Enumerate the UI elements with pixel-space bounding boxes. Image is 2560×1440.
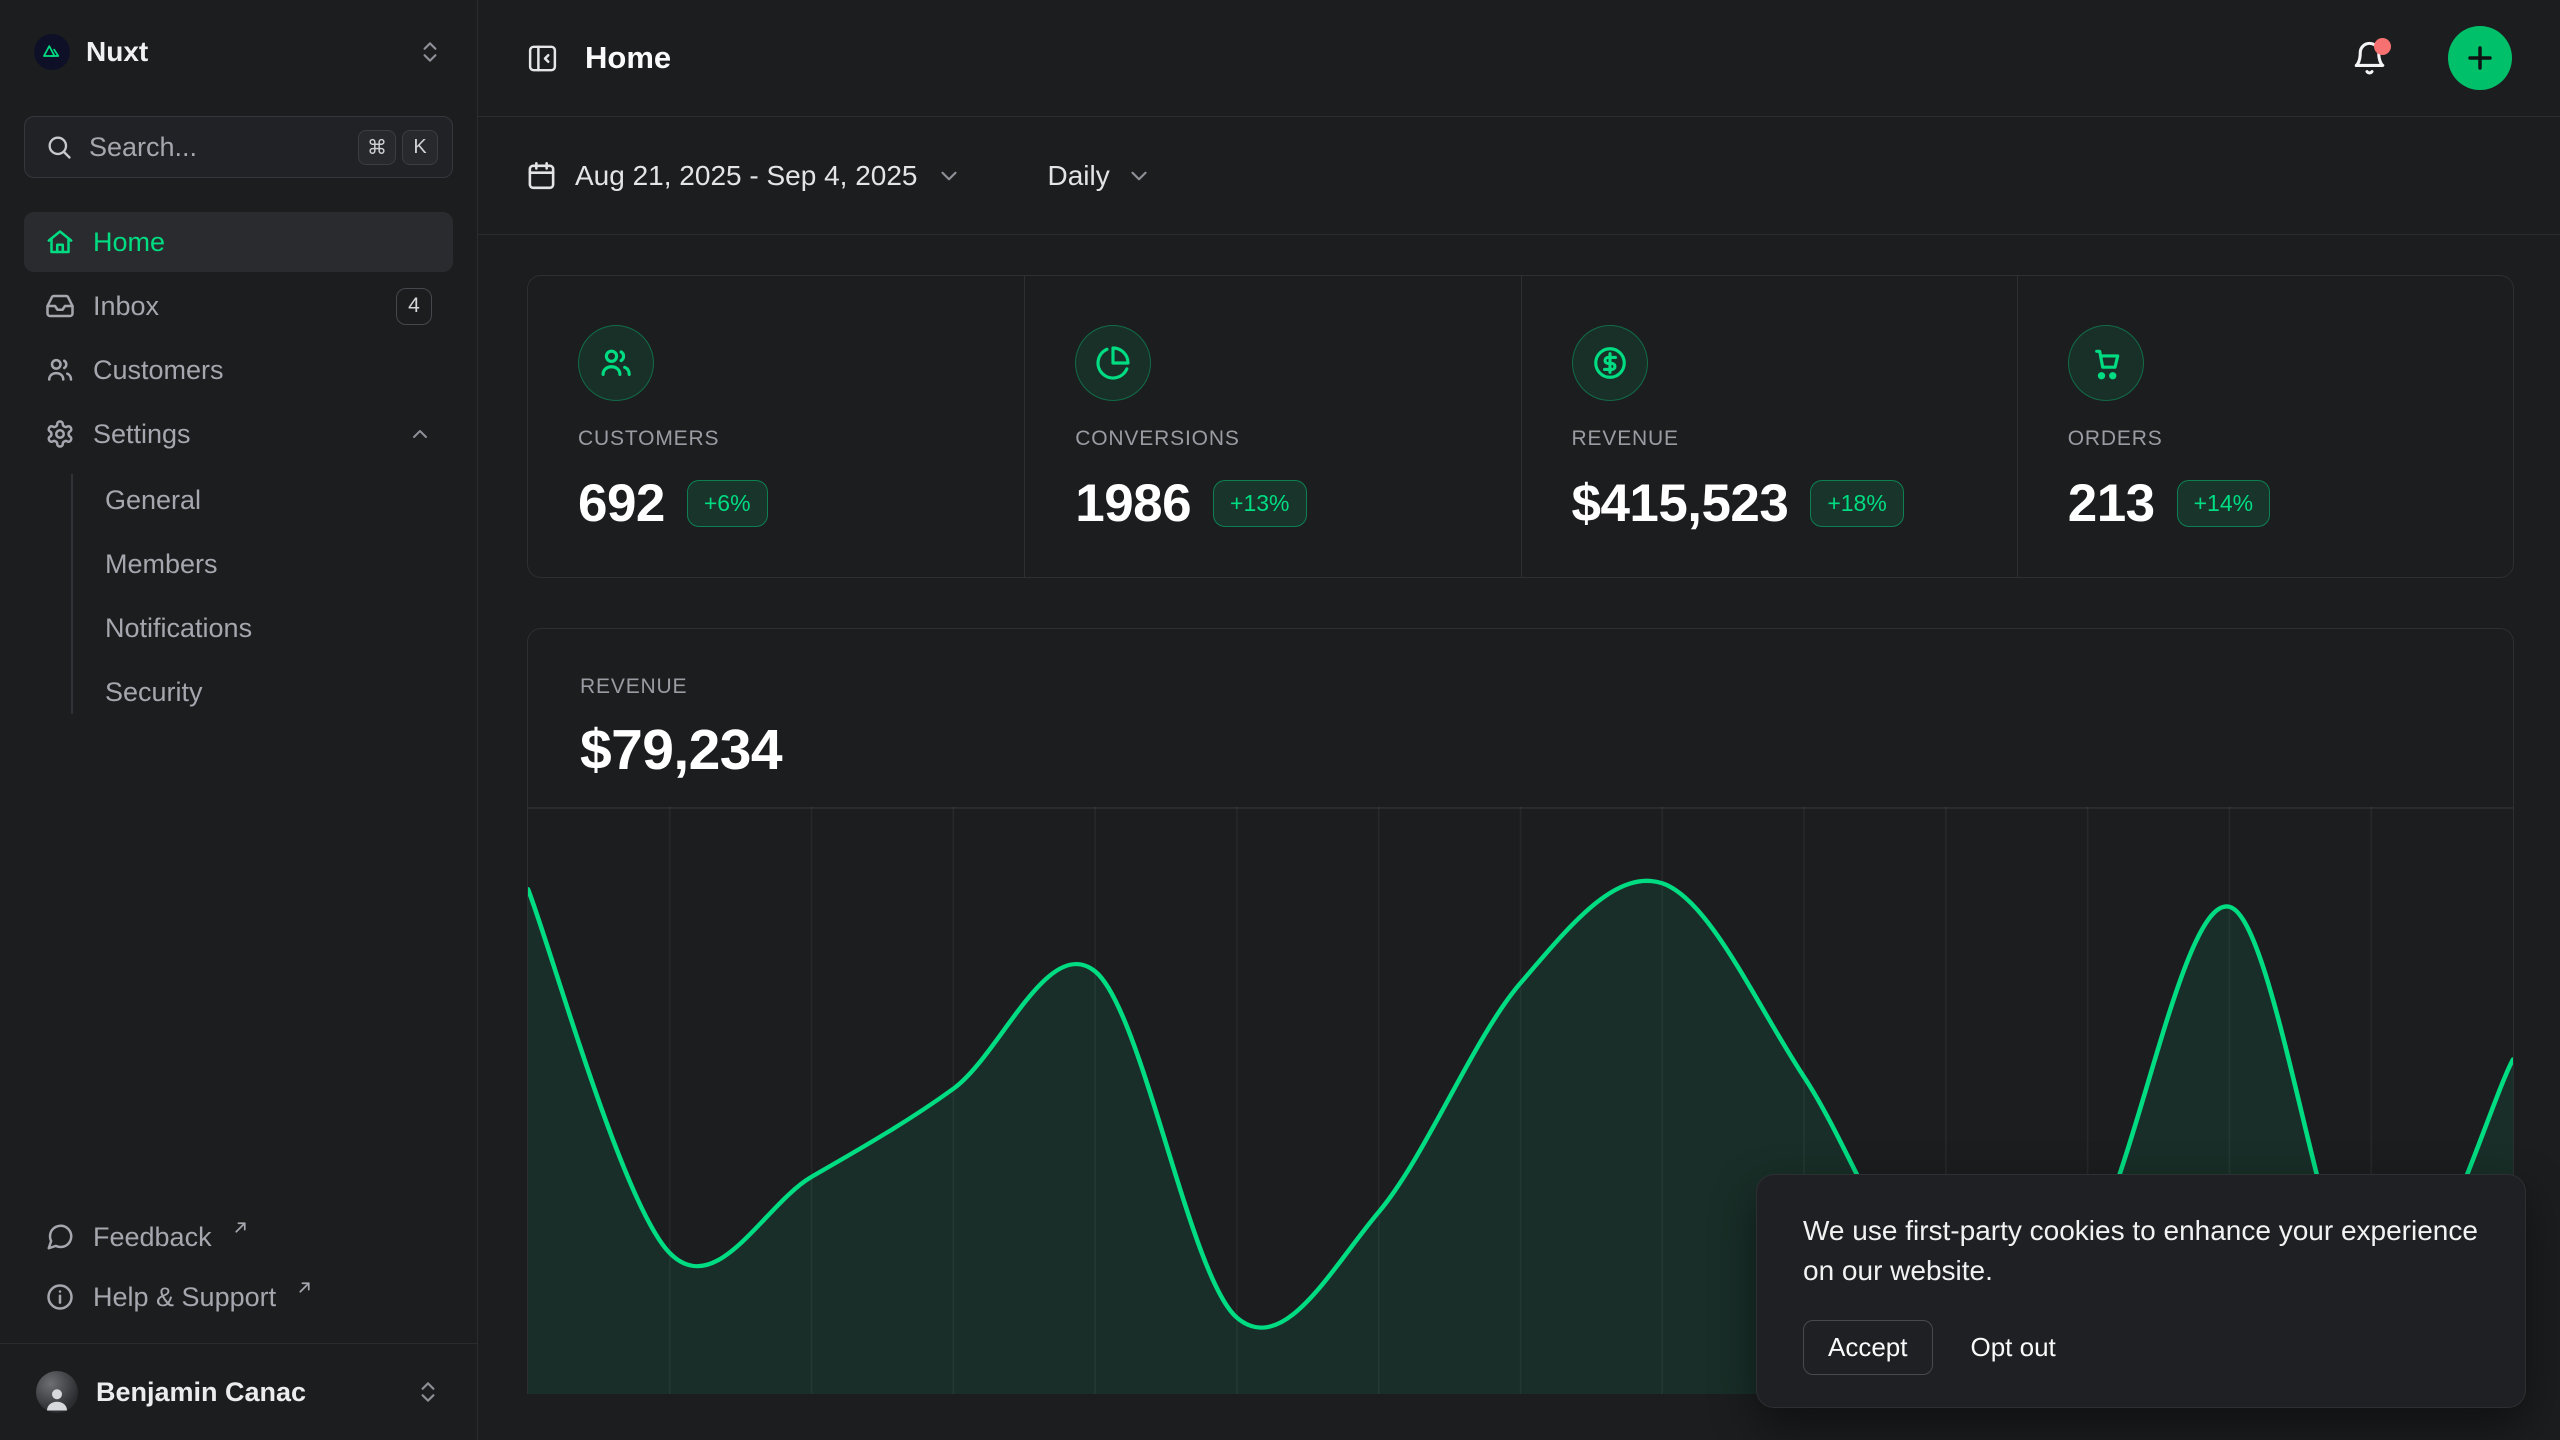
sidebar-item-feedback[interactable]: Feedback: [24, 1207, 453, 1267]
sidebar-item-help-support[interactable]: Help & Support: [24, 1267, 453, 1327]
sidebar-item-security[interactable]: Security: [24, 660, 453, 724]
stat-delta-badge: +14%: [2177, 480, 2270, 527]
sidebar-item-notifications[interactable]: Notifications: [24, 596, 453, 660]
stat-card-customers[interactable]: CUSTOMERS 692 +6%: [528, 276, 1024, 577]
user-name: Benjamin Canac: [96, 1377, 397, 1408]
stat-label: CUSTOMERS: [578, 427, 1024, 451]
revenue-chart-label: REVENUE: [580, 675, 2513, 699]
stat-delta-badge: +6%: [687, 480, 768, 527]
external-link-icon: [232, 1219, 249, 1236]
date-range-picker[interactable]: Aug 21, 2025 - Sep 4, 2025: [526, 160, 962, 192]
external-link-icon: [296, 1279, 313, 1296]
users-icon: [578, 325, 654, 401]
circle-dollar-icon: [1572, 325, 1648, 401]
plus-icon: [2464, 42, 2496, 74]
user-menu[interactable]: Benjamin Canac: [24, 1357, 453, 1427]
kbd-cmd: ⌘: [358, 130, 396, 165]
chevrons-up-down-icon: [415, 1379, 441, 1405]
pie-chart-icon: [1075, 325, 1151, 401]
cookie-banner: We use first-party cookies to enhance yo…: [1756, 1174, 2526, 1408]
notification-dot: [2374, 38, 2391, 55]
sidebar-footer: Benjamin Canac: [0, 1343, 477, 1440]
info-circle-icon: [45, 1282, 75, 1312]
search-shortcut: ⌘ K: [358, 130, 438, 165]
chevron-down-icon: [1126, 163, 1152, 189]
stat-card-revenue[interactable]: REVENUE $415,523 +18%: [1521, 276, 2017, 577]
stat-value: $415,523: [1572, 473, 1789, 534]
gear-icon: [45, 419, 75, 449]
stat-card-conversions[interactable]: CONVERSIONS 1986 +13%: [1024, 276, 1520, 577]
stat-value: 213: [2068, 473, 2155, 534]
sidebar-item-customers[interactable]: Customers: [24, 340, 453, 400]
sidebar-item-settings[interactable]: Settings: [24, 404, 453, 464]
dashboard-page: Nuxt Search... ⌘ K Home: [0, 0, 2560, 1440]
sidebar-item-label: Feedback: [93, 1222, 212, 1253]
sidebar-item-general[interactable]: General: [24, 468, 453, 532]
notifications-button[interactable]: [2351, 40, 2388, 77]
sidebar-item-members[interactable]: Members: [24, 532, 453, 596]
stat-delta-badge: +18%: [1810, 480, 1903, 527]
chevron-down-icon: [936, 163, 962, 189]
cookie-message: We use first-party cookies to enhance yo…: [1803, 1211, 2479, 1292]
stat-label: REVENUE: [1572, 427, 2017, 451]
stat-label: ORDERS: [2068, 427, 2513, 451]
search-placeholder: Search...: [89, 132, 342, 163]
sidebar-item-label: Help & Support: [93, 1282, 276, 1313]
sidebar-item-home[interactable]: Home: [24, 212, 453, 272]
kbd-k: K: [402, 130, 438, 165]
sidebar-item-label: Inbox: [93, 291, 159, 322]
inbox-count-badge: 4: [396, 288, 432, 325]
sidebar-item-label: Customers: [93, 355, 224, 386]
chevron-up-icon: [408, 422, 432, 446]
stats-row: CUSTOMERS 692 +6% CONVERSIONS 1986 +13%: [527, 275, 2514, 578]
search-input[interactable]: Search... ⌘ K: [24, 116, 453, 178]
stat-card-orders[interactable]: ORDERS 213 +14%: [2017, 276, 2513, 577]
date-range-value: Aug 21, 2025 - Sep 4, 2025: [575, 160, 918, 192]
revenue-chart-value: $79,234: [580, 717, 2513, 783]
search-icon: [45, 133, 73, 161]
sidebar-item-label: Settings: [93, 419, 191, 450]
panel-left-icon: [526, 42, 559, 75]
filter-bar: Aug 21, 2025 - Sep 4, 2025 Daily: [478, 117, 2560, 235]
cart-icon: [2068, 325, 2144, 401]
inbox-icon: [45, 291, 75, 321]
workspace-switcher[interactable]: Nuxt: [24, 28, 453, 76]
add-button[interactable]: [2448, 26, 2512, 90]
collapse-sidebar-button[interactable]: [526, 42, 559, 75]
calendar-icon: [526, 160, 557, 191]
brand-name: Nuxt: [86, 36, 401, 68]
opt-out-button[interactable]: Opt out: [1971, 1332, 2056, 1363]
sidebar-item-label: Home: [93, 227, 165, 258]
settings-sub-list: General Members Notifications Security: [24, 468, 453, 724]
accept-button[interactable]: Accept: [1803, 1320, 1933, 1375]
chevrons-up-down-icon: [417, 39, 443, 65]
granularity-value: Daily: [1048, 160, 1110, 192]
sidebar-item-inbox[interactable]: Inbox 4: [24, 276, 453, 336]
users-icon: [45, 355, 75, 385]
stat-value: 692: [578, 473, 665, 534]
sidebar-nav: Home Inbox 4 Customers Settings: [24, 212, 453, 724]
granularity-select[interactable]: Daily: [1048, 160, 1152, 192]
home-icon: [45, 227, 75, 257]
stat-value: 1986: [1075, 473, 1191, 534]
stat-delta-badge: +13%: [1213, 480, 1306, 527]
topbar: Home: [478, 0, 2560, 117]
nuxt-logo-icon: [34, 34, 70, 70]
stat-label: CONVERSIONS: [1075, 427, 1520, 451]
sidebar: Nuxt Search... ⌘ K Home: [0, 0, 478, 1440]
page-title: Home: [585, 40, 2325, 76]
avatar: [36, 1371, 78, 1413]
message-bubble-icon: [45, 1222, 75, 1252]
